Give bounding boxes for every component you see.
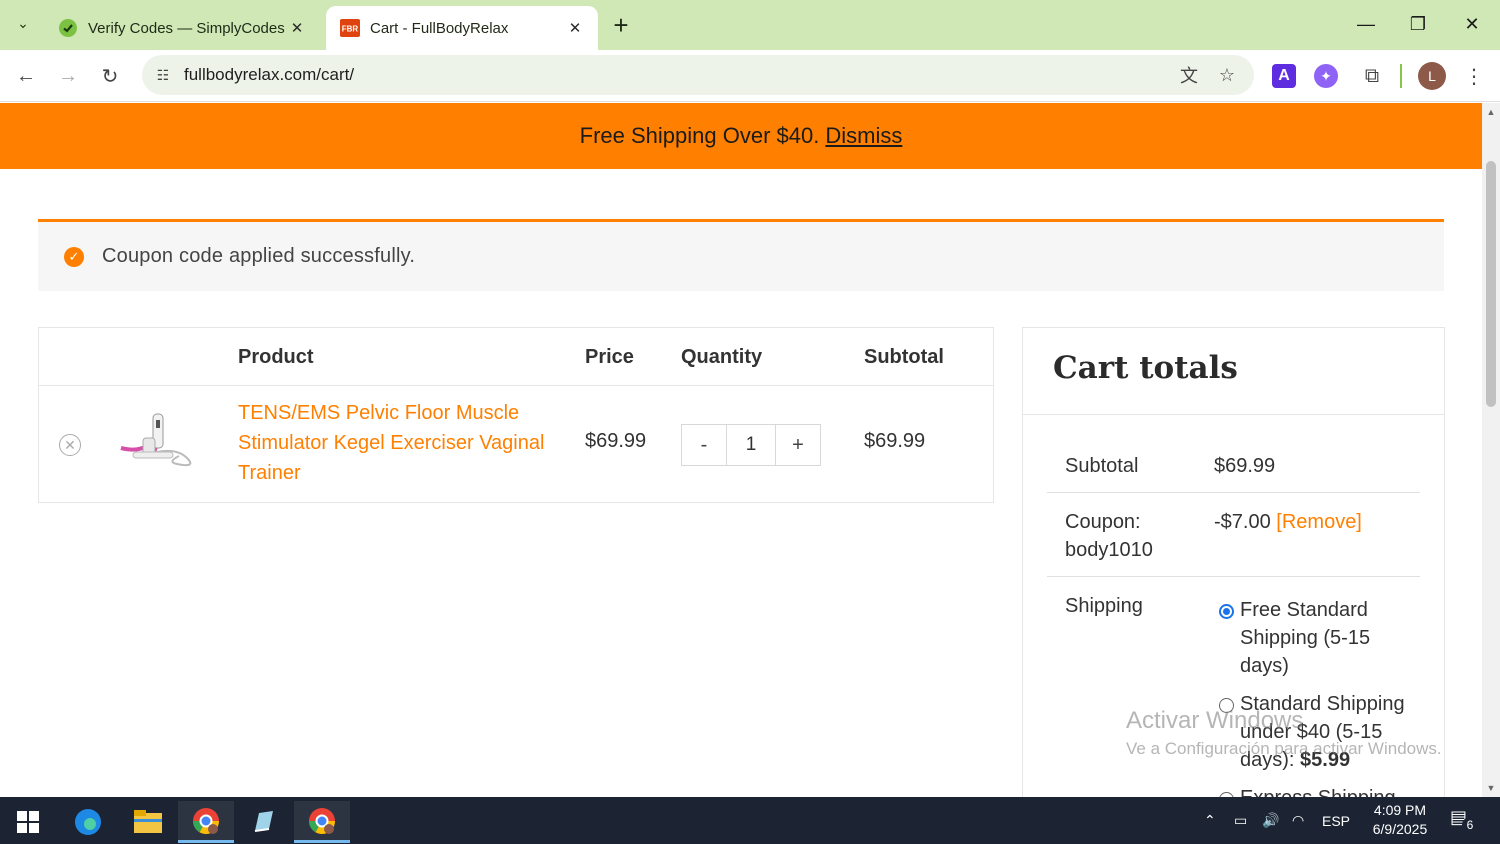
extension-a-icon[interactable]: A (1272, 64, 1296, 88)
product-name-link[interactable]: TENS/EMS Pelvic Floor Muscle Stimulator … (238, 398, 558, 488)
quantity-decrease-button[interactable]: - (682, 425, 726, 465)
svg-text:FBR: FBR (342, 25, 359, 34)
extensions-puzzle-icon[interactable]: ⧉ (1358, 62, 1386, 90)
tab-title: Cart - FullBodyRelax (370, 19, 509, 37)
item-subtotal: $69.99 (864, 430, 926, 452)
notification-count: 6 (1462, 817, 1478, 833)
coupon-amount: -$7.00 [Remove] (1214, 508, 1362, 536)
site-settings-icon[interactable]: ☷ (152, 64, 174, 86)
header-price: Price (585, 346, 634, 368)
quantity-stepper: - 1 + (681, 424, 821, 466)
tab-simplycodes[interactable]: Verify Codes — SimplyCodes ✕ (44, 6, 320, 50)
window-close-icon[interactable]: ✕ (1446, 6, 1498, 42)
chrome-active-icon[interactable] (294, 801, 350, 843)
tray-network-device-icon[interactable]: ▭ (1234, 797, 1247, 844)
page-viewport: Free Shipping Over $40. Dismiss ✓ Coupon… (0, 103, 1482, 797)
taskbar-clock[interactable]: 4:09 PM 6/9/2025 (1360, 801, 1440, 839)
tab-strip: ⌄ Verify Codes — SimplyCodes ✕ FBR Cart … (0, 0, 1500, 50)
browser-toolbar: ← → ↻ ☷ fullbodyrelax.com/cart/ 文 ☆ A ✦ … (0, 50, 1500, 102)
header-subtotal: Subtotal (864, 346, 944, 368)
bookmark-star-icon[interactable]: ☆ (1214, 63, 1240, 87)
tray-chevron-up-icon[interactable]: ⌃ (1204, 797, 1216, 844)
edge-browser-icon[interactable] (60, 801, 116, 843)
windows-taskbar: ⌃ ▭ 🔊 ◠ ESP 4:09 PM 6/9/2025 ▤ 6 (0, 797, 1500, 844)
quantity-increase-button[interactable]: + (776, 425, 820, 465)
remove-coupon-link[interactable]: [Remove] (1276, 511, 1362, 533)
clock-time: 4:09 PM (1373, 802, 1427, 818)
url-text[interactable]: fullbodyrelax.com/cart/ (184, 65, 354, 85)
product-thumbnail[interactable] (117, 408, 205, 474)
scroll-down-arrow-icon[interactable]: ▼ (1482, 781, 1500, 795)
shipping-radio-standard[interactable] (1219, 698, 1234, 713)
pen-app-icon[interactable] (236, 801, 292, 843)
file-explorer-icon[interactable] (120, 801, 176, 843)
subtotal-label: Subtotal (1065, 455, 1139, 477)
tray-wifi-icon[interactable]: ◠ (1292, 797, 1304, 844)
profile-avatar[interactable]: L (1418, 62, 1446, 90)
cart-totals-panel: Cart totals Subtotal $69.99 Coupon: body… (1022, 327, 1445, 797)
coupon-success-notice: ✓ Coupon code applied successfully. (38, 219, 1444, 291)
restore-icon[interactable]: ❐ (1392, 6, 1444, 42)
toolbar-divider (1400, 64, 1402, 88)
chrome-profile-icon[interactable] (178, 801, 234, 843)
divider (1047, 492, 1420, 493)
tab-close-icon[interactable]: ✕ (566, 19, 584, 37)
divider (1047, 576, 1420, 577)
header-quantity: Quantity (681, 346, 763, 368)
browser-menu-icon[interactable]: ⋮ (1462, 62, 1486, 90)
new-tab-plus-icon[interactable]: + (606, 10, 636, 40)
promo-banner: Free Shipping Over $40. Dismiss (0, 103, 1482, 169)
cart-table-header: Product Price Quantity Subtotal (39, 328, 993, 386)
shipping-option-express[interactable]: Express Shipping (1240, 784, 1420, 797)
address-bar[interactable]: ☷ fullbodyrelax.com/cart/ 文 ☆ (142, 55, 1254, 95)
promo-text: Free Shipping Over $40. (579, 123, 820, 148)
shipping-option-standard-price: $5.99 (1300, 749, 1351, 771)
scrollbar-thumb[interactable] (1486, 161, 1496, 407)
reload-icon[interactable]: ↻ (94, 60, 126, 92)
tab-search-chevron-icon[interactable]: ⌄ (8, 8, 38, 38)
coupon-value: -$7.00 (1214, 511, 1271, 533)
tab-close-icon[interactable]: ✕ (288, 19, 306, 37)
translate-icon[interactable]: 文 (1176, 63, 1202, 87)
tab-fullbodyrelax[interactable]: FBR Cart - FullBodyRelax ✕ (326, 6, 598, 50)
tray-language[interactable]: ESP (1322, 797, 1350, 844)
header-product: Product (238, 346, 314, 368)
minimize-icon[interactable]: — (1340, 6, 1392, 42)
cart-item-row: ✕ TENS/EMS Pelvic Floor Muscle Stimulato… (39, 386, 993, 502)
cart-totals-title: Cart totals (1053, 350, 1238, 386)
tray-volume-icon[interactable]: 🔊 (1262, 797, 1279, 844)
remove-item-icon[interactable]: ✕ (59, 434, 81, 456)
notice-message: Coupon code applied successfully. (102, 245, 416, 267)
page-scrollbar[interactable]: ▲ ▼ (1482, 103, 1500, 797)
cart-table: Product Price Quantity Subtotal ✕ TENS/E… (38, 327, 994, 503)
tab-title: Verify Codes — SimplyCodes (88, 19, 285, 37)
shipping-option-standard[interactable]: Standard Shipping under $40 (5-15 days):… (1240, 690, 1420, 774)
shipping-label: Shipping (1065, 595, 1143, 617)
check-circle-icon: ✓ (64, 246, 84, 267)
shipping-option-free-standard[interactable]: Free Standard Shipping (5-15 days) (1240, 596, 1420, 680)
notification-center-icon[interactable]: ▤ 6 (1450, 807, 1478, 833)
shipping-radio-free-standard[interactable] (1219, 604, 1234, 619)
divider (1023, 414, 1444, 415)
item-price: $69.99 (585, 430, 647, 452)
dismiss-link[interactable]: Dismiss (825, 123, 902, 149)
coupon-label: Coupon: body1010 (1065, 511, 1153, 561)
windows-start-icon[interactable] (0, 801, 56, 843)
forward-arrow-icon[interactable]: → (52, 60, 84, 92)
scroll-up-arrow-icon[interactable]: ▲ (1482, 105, 1500, 119)
fbr-favicon-icon: FBR (340, 19, 360, 37)
extension-b-icon[interactable]: ✦ (1314, 64, 1338, 88)
simplycodes-favicon-icon (59, 19, 77, 37)
subtotal-value: $69.99 (1214, 455, 1276, 477)
quantity-input[interactable]: 1 (726, 425, 776, 465)
clock-date: 6/9/2025 (1372, 821, 1428, 837)
back-arrow-icon[interactable]: ← (10, 60, 42, 92)
